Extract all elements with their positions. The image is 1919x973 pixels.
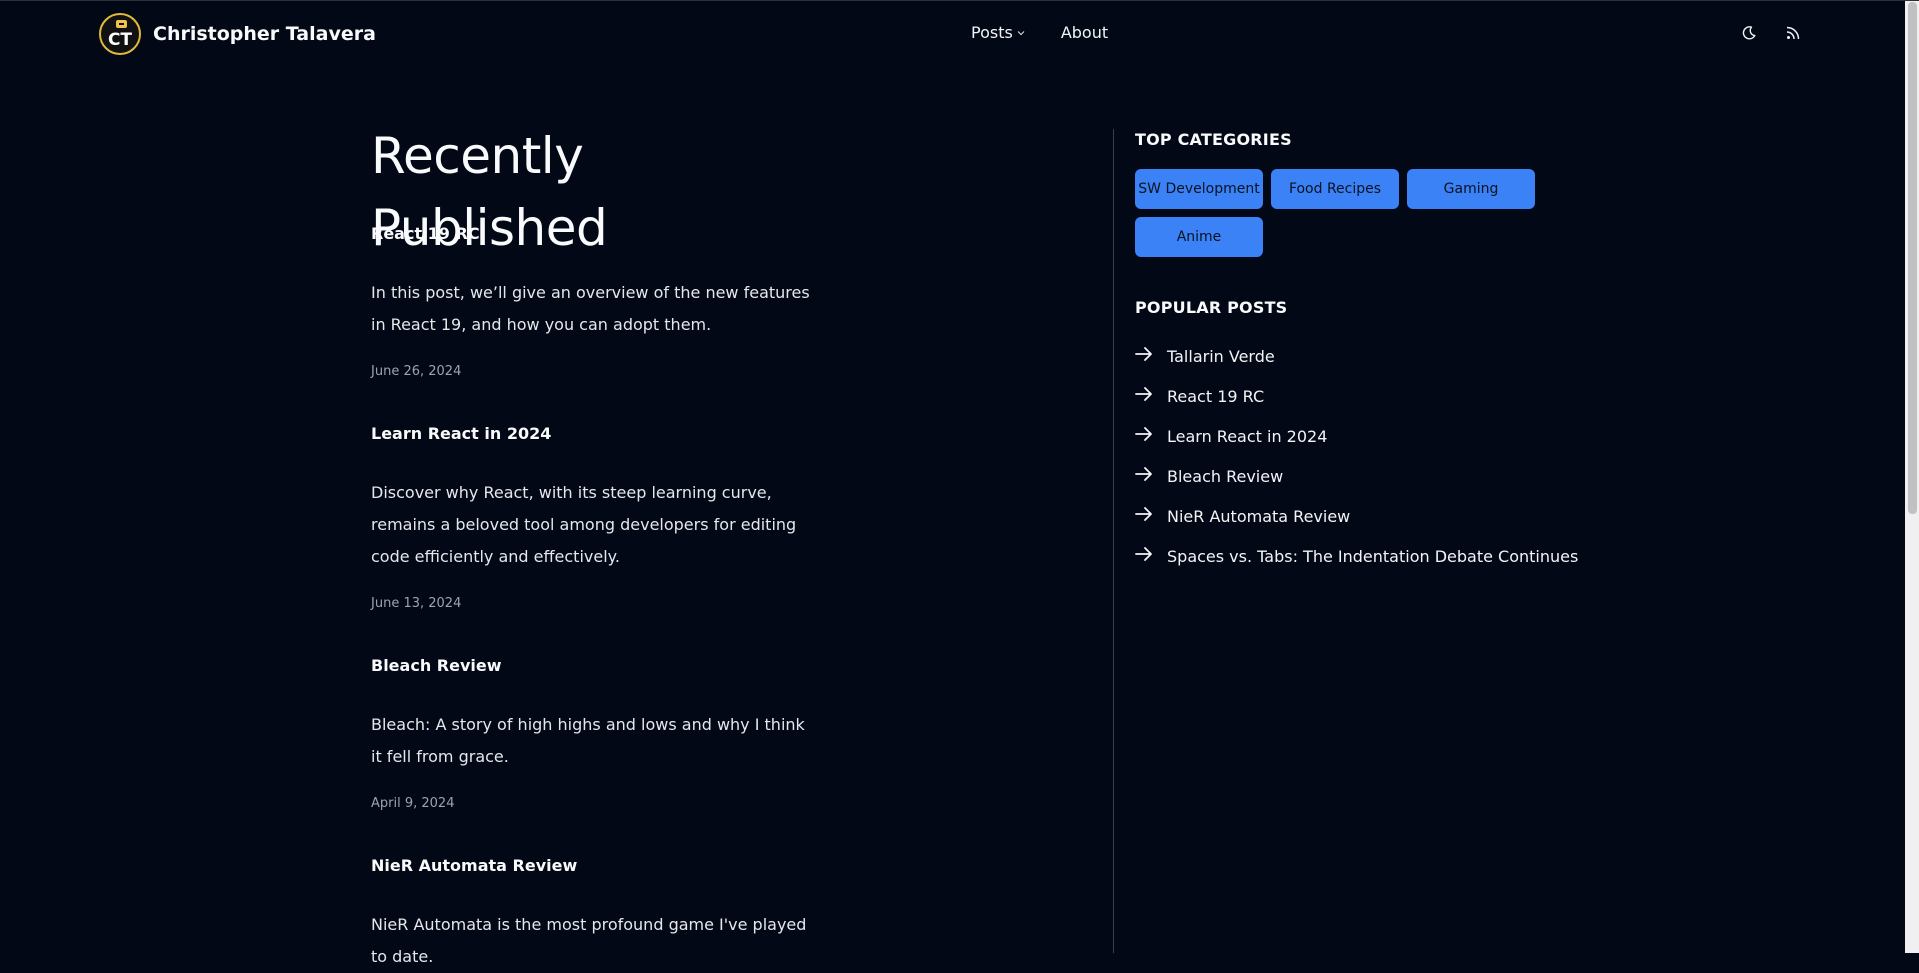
nav-about-link[interactable]: About [1061,23,1108,42]
popular-post-title: Learn React in 2024 [1167,426,1328,446]
popular-post-title: Bleach Review [1167,466,1284,486]
arrow-right-icon [1135,386,1153,406]
site-name: Christopher Talavera [153,23,376,45]
category-chip[interactable]: Anime [1135,217,1263,257]
post-title[interactable]: Bleach Review [371,655,811,677]
popular-post-link[interactable]: Spaces vs. Tabs: The Indentation Debate … [1135,544,1578,568]
popular-post-title: React 19 RC [1167,386,1265,406]
arrow-right-icon [1135,506,1153,526]
nav-posts-dropdown[interactable]: Posts [971,23,1025,42]
post-date: June 26, 2024 [371,364,462,379]
sidebar: TOP CATEGORIES SW Development Food Recip… [1135,128,1578,566]
popular-post-link[interactable]: NieR Automata Review [1135,504,1350,528]
post-title[interactable]: Learn React in 2024 [371,423,811,445]
site-brand-link[interactable]: CT Christopher Talavera [99,13,376,55]
popular-post-link[interactable]: Learn React in 2024 [1135,424,1327,448]
recent-posts-section: Recently Published React 19 RC In this p… [371,120,811,966]
popular-post-title: Tallarin Verde [1167,346,1275,366]
logo-text: CT [107,30,133,50]
chevron-down-icon [1017,28,1025,39]
post-card[interactable]: React 19 RC In this post, we’ll give an … [371,223,811,381]
logo-glyph-icon [116,20,127,28]
arrow-right-icon [1135,466,1153,486]
post-excerpt: In this post, we’ll give an overview of … [371,283,810,334]
site-logo: CT [99,13,141,55]
category-chip[interactable]: Food Recipes [1271,169,1399,209]
arrow-right-icon [1135,426,1153,446]
post-excerpt: NieR Automata is the most profound game … [371,915,807,966]
arrow-right-icon [1135,546,1153,566]
column-divider [1113,129,1114,953]
main-nav: Posts About [971,23,1108,42]
popular-post-link[interactable]: Bleach Review [1135,464,1283,488]
top-categories-heading: TOP CATEGORIES [1135,130,1292,149]
category-chip[interactable]: SW Development [1135,169,1263,209]
header-actions [1739,23,1803,43]
post-title[interactable]: NieR Automata Review [371,855,811,877]
moon-icon[interactable] [1739,23,1759,43]
rss-icon[interactable] [1783,23,1803,43]
popular-post-link[interactable]: Tallarin Verde [1135,344,1275,368]
post-date: June 13, 2024 [371,596,462,611]
post-excerpt: Discover why React, with its steep learn… [371,483,797,566]
nav-posts-label: Posts [971,23,1013,42]
post-date: April 9, 2024 [371,796,455,811]
arrow-right-icon [1135,346,1153,366]
post-card[interactable]: Bleach Review Bleach: A story of high hi… [371,655,811,813]
post-card[interactable]: NieR Automata Review NieR Automata is th… [371,855,811,973]
popular-posts-heading: POPULAR POSTS [1135,298,1288,317]
post-title[interactable]: React 19 RC [371,223,811,245]
popular-post-title: NieR Automata Review [1167,506,1351,526]
category-chip[interactable]: Gaming [1407,169,1535,209]
site-header: CT Christopher Talavera Posts About [0,1,1905,65]
post-excerpt: Bleach: A story of high highs and lows a… [371,715,805,766]
post-card[interactable]: Learn React in 2024 Discover why React, … [371,423,811,613]
scrollbar-thumb[interactable] [1908,2,1917,514]
popular-post-title: Spaces vs. Tabs: The Indentation Debate … [1167,546,1579,566]
popular-post-link[interactable]: React 19 RC [1135,384,1264,408]
